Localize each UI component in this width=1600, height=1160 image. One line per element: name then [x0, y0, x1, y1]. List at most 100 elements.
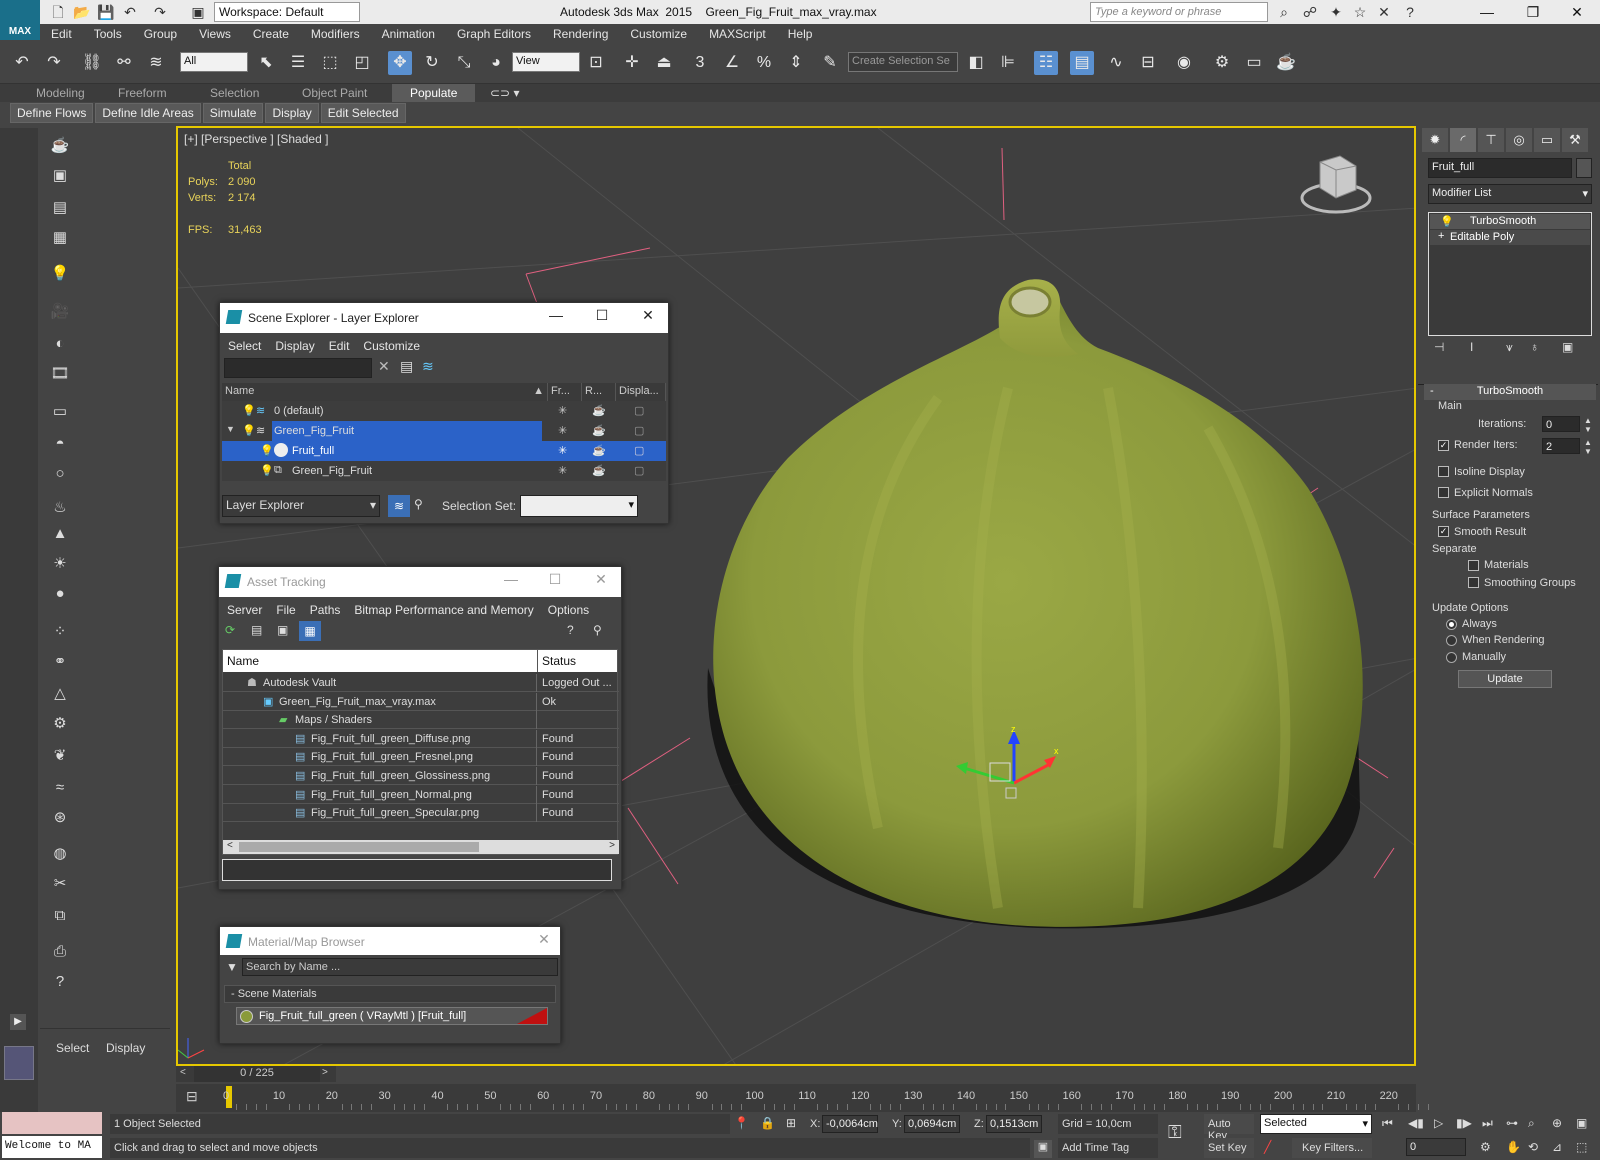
redo-icon[interactable]: ↷	[150, 2, 170, 22]
material-editor-icon[interactable]: ◉	[1172, 51, 1196, 75]
project-folder-icon[interactable]: ▣	[188, 2, 208, 22]
freeze-icon[interactable]: ✳	[558, 424, 567, 437]
display-tab-icon[interactable]: ▭	[1534, 128, 1560, 152]
help-icon[interactable]: ?	[567, 623, 574, 637]
select-scale-icon[interactable]: ⤡	[452, 51, 476, 75]
options-dropdown-icon[interactable]: ▼	[226, 960, 238, 974]
update-when-rendering-radio[interactable]	[1446, 635, 1457, 646]
orbit-icon[interactable]: ⟲	[1528, 1140, 1538, 1154]
close-button[interactable]: ✕	[532, 931, 556, 948]
edit-selected-button[interactable]: Edit Selected	[320, 103, 406, 123]
menu-views[interactable]: Views	[188, 24, 242, 41]
table-view-icon[interactable]: ▦	[299, 621, 321, 641]
update-button[interactable]: Update	[1458, 670, 1552, 688]
select-manipulate-icon[interactable]: ✛	[620, 51, 644, 75]
close-button[interactable]: ✕	[636, 307, 660, 324]
asset-row[interactable]: ▤ Fig_Fruit_full_green_Diffuse.png Found	[223, 729, 619, 748]
smooth-result-checkbox[interactable]: ✓	[1438, 526, 1449, 537]
menu-paths[interactable]: Paths	[302, 597, 347, 617]
define-idle-areas-button[interactable]: Define Idle Areas	[95, 103, 201, 123]
column-display[interactable]: Displa...	[616, 383, 666, 401]
freeze-icon[interactable]: ✳	[558, 444, 567, 457]
render-teapot-icon[interactable]: ☕	[592, 444, 606, 457]
display-box-icon[interactable]: ▢	[634, 464, 644, 477]
explicit-normals-checkbox[interactable]	[1438, 487, 1449, 498]
asset-row[interactable]: ▤ Fig_Fruit_full_green_Specular.png Found	[223, 804, 619, 823]
molecule-icon[interactable]: ⚭	[48, 650, 72, 674]
menu-animation[interactable]: Animation	[371, 24, 446, 41]
edit-image-icon[interactable]: ✂	[48, 872, 72, 896]
menu-help[interactable]: Help	[777, 24, 824, 41]
close-button[interactable]: ✕	[589, 571, 613, 588]
asset-row[interactable]: ▰ Maps / Shaders	[223, 711, 619, 730]
stack-item-editable-poly[interactable]: + Editable Poly	[1430, 230, 1590, 245]
hierarchy-icon[interactable]: ⚲	[414, 497, 423, 511]
light-bulb-icon[interactable]: 💡	[242, 404, 256, 417]
menu-customize[interactable]: Customize	[619, 24, 698, 41]
grass-icon[interactable]: ❦	[48, 744, 72, 768]
select-move-icon[interactable]: ✥	[388, 51, 412, 75]
mirror-icon[interactable]: ◧	[964, 51, 988, 75]
object-name-field[interactable]: Fruit_full	[1428, 158, 1572, 178]
collapse-arrow-icon[interactable]: ▼	[226, 424, 235, 434]
render-iters-spinner-arrows[interactable]: ▲ ▼	[1584, 438, 1592, 456]
cone-icon[interactable]: ▲	[48, 522, 72, 546]
column-render[interactable]: R...	[582, 383, 616, 401]
menu-edit[interactable]: Edit	[321, 333, 356, 353]
audio-icon[interactable]: ◐	[48, 332, 72, 356]
redo-icon[interactable]: ↷	[42, 51, 66, 75]
pyramid-icon[interactable]: △	[48, 682, 72, 706]
link-icon[interactable]: ⛓	[80, 51, 104, 75]
render-production-icon[interactable]: ☕	[1274, 51, 1298, 75]
list-view-icon[interactable]: ▤	[251, 623, 262, 637]
display-box-icon[interactable]: ▢	[634, 444, 644, 457]
iterations-spinner-arrows[interactable]: ▲ ▼	[1584, 416, 1592, 434]
maximize-button[interactable]: ☐	[590, 307, 614, 324]
current-frame-field[interactable]: 0	[1406, 1138, 1466, 1156]
asset-row[interactable]: ▤ Fig_Fruit_full_green_Glossiness.png Foun…	[223, 767, 619, 785]
undo-icon[interactable]: ↶	[120, 2, 140, 22]
asset-path-field[interactable]	[222, 859, 612, 881]
minimize-button[interactable]: —	[499, 571, 523, 587]
menu-maxscript[interactable]: MAXScript	[698, 24, 777, 41]
pin-stack-icon[interactable]: ⊣	[1434, 340, 1444, 354]
workspace-dropdown[interactable]: Workspace: Default	[214, 2, 360, 22]
maxscript-input[interactable]: Welcome to MA	[2, 1136, 102, 1158]
maxscript-listener-mini[interactable]	[2, 1112, 102, 1134]
timeline-track[interactable]: ⊟ 0 10 20 30 40 50 60 70 80 90 100 110 120 130 140 150 1…	[176, 1084, 1430, 1112]
go-to-start-icon[interactable]: ⏮	[1382, 1116, 1393, 1131]
absolute-mode-icon[interactable]: ⊞	[786, 1116, 796, 1130]
time-slider-prev-icon[interactable]: <	[180, 1067, 186, 1078]
display-box-icon[interactable]: ▢	[634, 424, 644, 437]
x-coordinate-field[interactable]: -0,0064cm	[822, 1115, 878, 1133]
show-end-result-icon[interactable]: I	[1470, 340, 1473, 354]
column-name[interactable]: Name	[223, 650, 538, 672]
sun-icon[interactable]: ☀	[48, 552, 72, 576]
minimize-button[interactable]: —	[544, 307, 568, 323]
add-time-tag-button[interactable]: Add Time Tag	[1058, 1138, 1158, 1158]
display-tab[interactable]: Display	[106, 1041, 145, 1055]
menu-edit[interactable]: Edit	[40, 24, 83, 41]
sphere-light-icon[interactable]: ○	[48, 462, 72, 486]
menu-options[interactable]: Options	[540, 597, 595, 617]
time-configuration-icon[interactable]: ⚙	[1480, 1140, 1491, 1154]
maximize-button[interactable]: ☐	[543, 571, 567, 588]
object-color-swatch[interactable]	[1576, 158, 1592, 178]
column-name[interactable]: Name ▲	[222, 383, 548, 401]
pivot-center-icon[interactable]: ⊡	[584, 51, 608, 75]
default-in-out-tangent-icon[interactable]: ╱	[1264, 1140, 1271, 1154]
material-search-input[interactable]: Search by Name ...	[242, 958, 558, 976]
close-button[interactable]: ✕	[1554, 0, 1600, 24]
time-slider-next-icon[interactable]: >	[322, 1067, 328, 1078]
viewport-thumbnail[interactable]	[4, 1046, 34, 1080]
freeze-icon[interactable]: ✳	[558, 404, 567, 417]
modifier-list-dropdown[interactable]: Modifier List ▾	[1428, 184, 1592, 204]
define-flows-button[interactable]: Define Flows	[10, 103, 94, 123]
make-unique-icon[interactable]: ⩛	[1506, 340, 1513, 355]
hair-icon[interactable]: ≈	[48, 776, 72, 800]
plane-icon[interactable]: ▭	[48, 400, 72, 424]
layer-row[interactable]: ▼ 💡 ≋ Green_Fig_Fruit ✳ ☕ ▢	[222, 421, 666, 441]
render-teapot-icon[interactable]: ☕	[592, 404, 606, 417]
y-coordinate-field[interactable]: 0,0694cm	[904, 1115, 960, 1133]
auto-key-button[interactable]: Auto Key	[1204, 1114, 1254, 1142]
